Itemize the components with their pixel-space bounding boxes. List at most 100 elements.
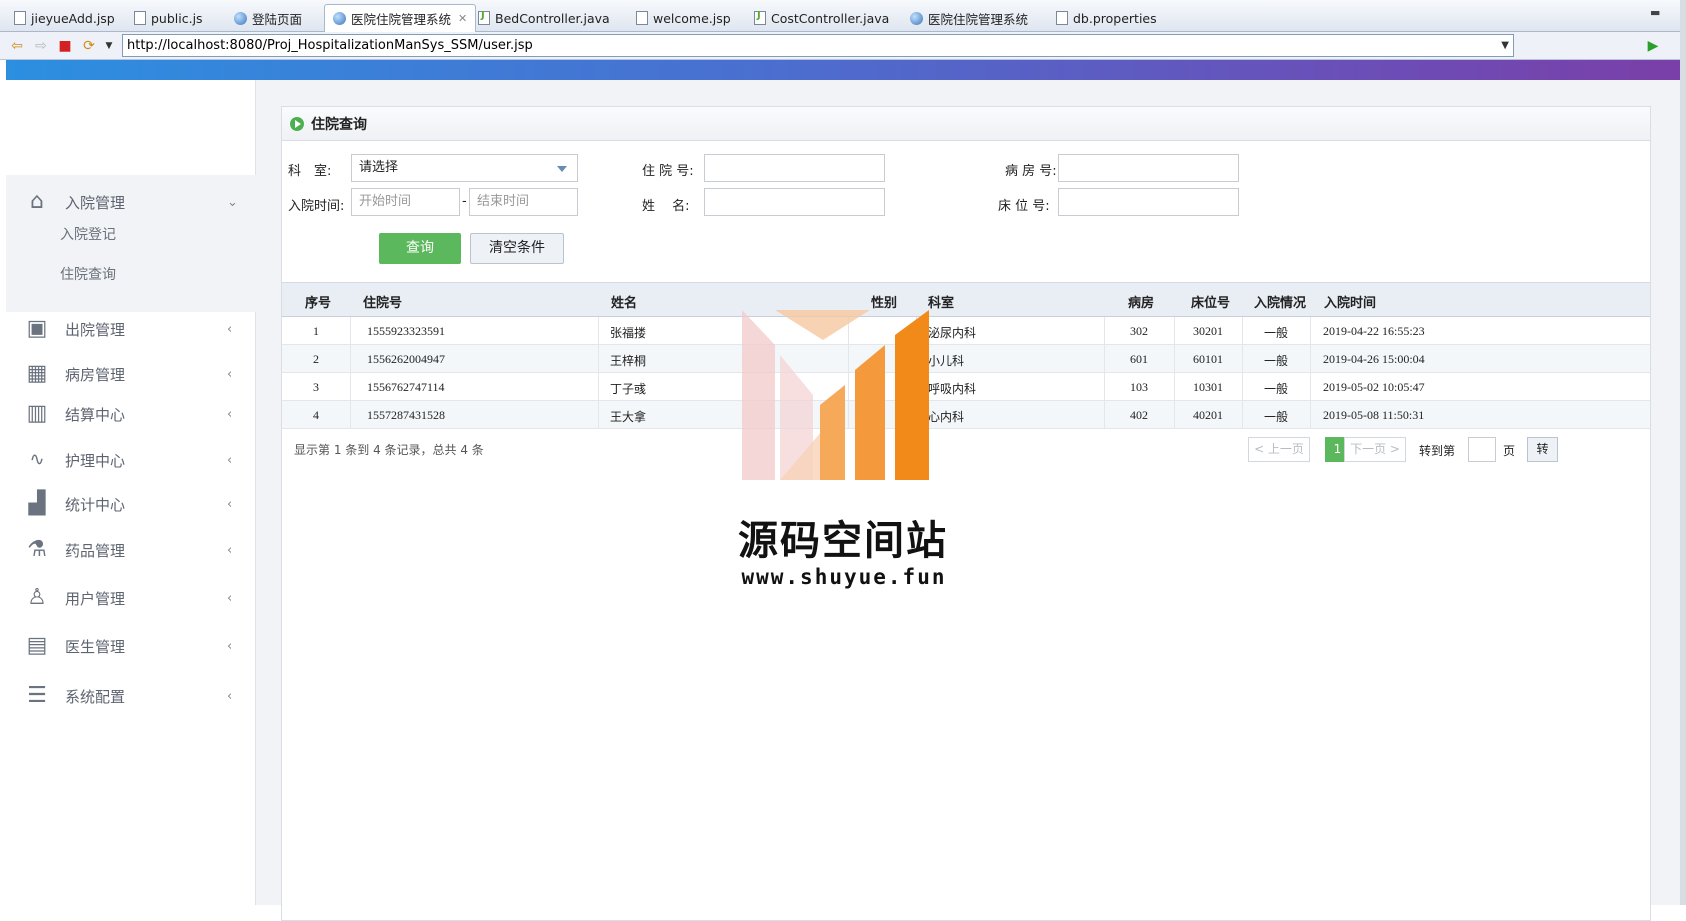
cell-room: 302 [1130,324,1148,338]
url-text: http://localhost:8080/Proj_Hospitalizati… [127,38,533,53]
clear-conditions-button[interactable]: 清空条件 [470,233,564,264]
cell-admit-no: 1556762747114 [367,380,445,394]
cell-admit-no: 1556262004947 [367,352,445,366]
cell-room: 601 [1130,352,1148,366]
sidebar-item-nursing[interactable]: ∿ 护理中心 ‹ [6,438,256,482]
cell-status: 一般 [1264,354,1289,368]
bed-no-input[interactable] [1058,188,1239,216]
cell-name: 丁子彧 [610,382,647,396]
chevron-down-icon [557,166,567,172]
sidebar-item-admission[interactable]: ⌂ 入院管理 ⌄ [6,180,256,224]
sidebar-item-users[interactable]: ♙ 用户管理 ‹ [6,576,256,620]
globe-icon [910,11,923,25]
cell-index: 1 [313,324,319,338]
refresh-icon[interactable]: ⟳ [80,37,98,55]
globe-icon [234,11,247,25]
col-header-status: 入院情况 [1254,296,1307,311]
goto-page-button[interactable]: 转 [1527,437,1558,462]
tab-welcome-jsp[interactable]: welcome.jsp [628,4,739,32]
panel-header: 住院查询 [282,107,1650,141]
stop-icon[interactable]: ■ [56,37,74,55]
cell-name: 王大拿 [610,410,647,424]
forward-arrow-icon[interactable]: ⇨ [32,37,50,55]
chevron-left-icon: ‹ [227,542,233,558]
dept-select[interactable]: 请选择 [351,154,578,182]
inpatient-query-panel: 住院查询 科 室: 请选择 住 院 号: 病 房 号: 入院时间: 开始时间 -… [281,106,1651,921]
table-row[interactable]: 2 1556262004947 王梓桐 小儿科 601 60101 一般 201… [282,345,1650,373]
tab-hospital-system-active[interactable]: 医院住院管理系统 ✕ [324,4,477,32]
tab-bedcontroller-java[interactable]: BedController.java [470,4,618,32]
chevron-down-icon[interactable]: ▼ [1501,35,1509,56]
sidebar-item-doctors[interactable]: ▤ 医生管理 ‹ [6,624,256,668]
end-time-placeholder: 结束时间 [477,194,530,209]
sidebar-item-label: 出院管理 [65,320,126,339]
subitem-inpatient-query[interactable]: 住院查询 [60,264,116,284]
col-header-index: 序号 [305,296,332,311]
back-arrow-icon[interactable]: ⇦ [8,37,26,55]
cell-index: 4 [313,408,319,422]
java-file-icon [478,10,490,25]
sidebar-item-label: 病房管理 [65,365,126,384]
sidebar-item-ward[interactable]: ▦ 病房管理 ‹ [6,352,256,396]
tab-label: jieyueAdd.jsp [31,10,115,26]
app-header-bar [6,60,1680,80]
cell-bed: 40201 [1193,408,1223,422]
chevron-left-icon: ‹ [227,321,233,337]
table-row[interactable]: 3 1556762747114 丁子彧 呼吸内科 103 10301 一般 20… [282,373,1650,401]
tab-public-js[interactable]: public.js [126,4,211,32]
goto-page-input[interactable] [1468,437,1496,462]
sidebar-item-label: 结算中心 [65,405,126,424]
start-time-input[interactable]: 开始时间 [351,188,460,216]
cell-admit-time: 2019-04-22 16:55:23 [1323,324,1425,338]
sidebar-item-settlement[interactable]: ▥ 结算中心 ‹ [6,392,256,436]
sidebar-item-system-config[interactable]: ☰ 系统配置 ‹ [6,674,256,718]
right-edge-bar [1680,0,1686,905]
tab-db-properties[interactable]: db.properties [1048,4,1165,32]
admit-time-label: 入院时间: [288,199,345,214]
chevron-left-icon: ‹ [227,638,233,654]
goto-page-label: 转到第 [1419,444,1456,458]
app-page: ⌂ 入院管理 ⌄ 入院登记 住院查询 ▣ 出院管理 ‹ ▦ 病房管理 ‹ ▥ 结… [6,80,1680,921]
next-page-button[interactable]: 下一页 > [1344,437,1406,462]
sidebar-item-statistics[interactable]: ▟ 统计中心 ‹ [6,482,256,526]
subitem-admission-register[interactable]: 入院登记 [60,224,116,244]
chevron-left-icon: ‹ [227,366,233,382]
dept-label: 科 室: [288,164,332,179]
tab-jieyueadd-jsp[interactable]: jieyueAdd.jsp [6,4,123,32]
admit-no-input[interactable] [704,154,885,182]
date-range-separator: - [462,194,467,209]
properties-file-icon [1056,11,1068,25]
end-time-input[interactable]: 结束时间 [469,188,578,216]
window-icon: ▣ [26,316,48,341]
history-dropdown-icon[interactable]: ▼ [100,37,118,55]
sidebar-item-label: 入院管理 [65,193,126,212]
admit-no-label: 住 院 号: [642,164,694,179]
room-no-input[interactable] [1058,154,1239,182]
url-input[interactable]: http://localhost:8080/Proj_Hospitalizati… [122,34,1514,57]
col-header-room: 病房 [1128,296,1155,311]
building-icon: ▦ [26,361,48,386]
sidebar-item-label: 医生管理 [65,637,126,656]
minimize-icon[interactable]: ▬ [1650,6,1660,19]
sidebar-item-discharge[interactable]: ▣ 出院管理 ‹ [6,307,256,351]
chevron-left-icon: ‹ [227,688,233,704]
tab-hospital-system[interactable]: 医院住院管理系统 [902,4,1036,32]
prev-page-button[interactable]: < 上一页 [1248,437,1310,462]
tab-costcontroller-java[interactable]: CostController.java [746,4,897,32]
pagination-summary: 显示第 1 条到 4 条记录，总共 4 条 [294,443,484,457]
editor-tab-bar: jieyueAdd.jsp public.js 登陆页面 医院住院管理系统 ✕ … [0,0,1686,32]
table-row[interactable]: 1 1555923323591 张福搂 泌尿内科 302 30201 一般 20… [282,317,1650,345]
close-icon[interactable]: ✕ [458,12,467,25]
table-header: 序号 住院号 姓名 性别 科室 病房 床位号 入院情况 入院时间 [282,282,1650,317]
tab-login-page[interactable]: 登陆页面 [226,4,310,32]
user-icon: ♙ [27,585,47,610]
chevron-left-icon: ‹ [227,496,233,512]
jsp-file-icon [636,11,648,25]
query-button[interactable]: 查询 [379,233,461,264]
table-row[interactable]: 4 1557287431528 王大拿 心内科 402 40201 一般 201… [282,401,1650,429]
cell-room: 103 [1130,380,1148,394]
go-icon[interactable]: ▶ [1644,37,1662,55]
name-input[interactable] [704,188,885,216]
sidebar-item-pharmacy[interactable]: ⚗ 药品管理 ‹ [6,528,256,572]
chevron-left-icon: ‹ [227,406,233,422]
